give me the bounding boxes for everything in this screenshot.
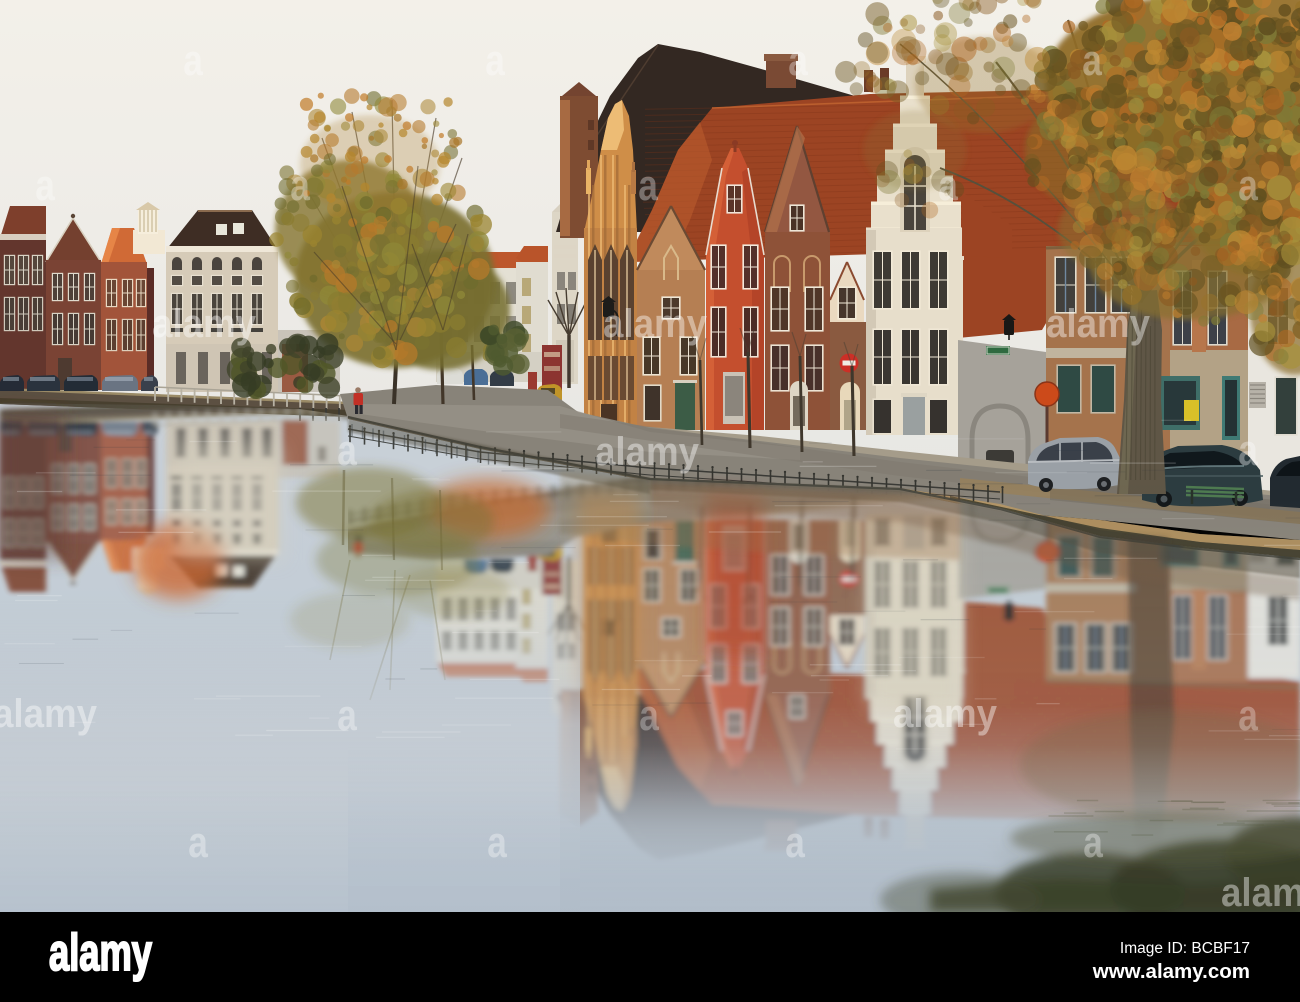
svg-text:a: a <box>1083 818 1103 867</box>
svg-text:a: a <box>1238 161 1258 210</box>
svg-text:a: a <box>638 161 658 210</box>
svg-text:alamy: alamy <box>1046 302 1151 346</box>
svg-text:alamy: alamy <box>1221 871 1300 915</box>
svg-text:a: a <box>188 818 208 867</box>
svg-text:a: a <box>487 818 507 867</box>
svg-text:a: a <box>1238 691 1258 740</box>
svg-text:a: a <box>337 426 357 475</box>
svg-text:a: a <box>485 36 505 85</box>
svg-text:a: a <box>290 161 310 210</box>
svg-text:Image ID: BCBF17: Image ID: BCBF17 <box>1120 940 1250 957</box>
svg-text:a: a <box>785 818 805 867</box>
svg-text:a: a <box>35 161 55 210</box>
svg-text:a: a <box>938 161 958 210</box>
svg-text:a: a <box>1238 426 1258 475</box>
svg-text:alamy: alamy <box>49 924 152 982</box>
svg-text:www.alamy.com: www.alamy.com <box>1092 960 1250 983</box>
svg-text:alamy: alamy <box>603 302 708 346</box>
svg-text:a: a <box>788 36 808 85</box>
svg-text:a: a <box>337 691 357 740</box>
svg-text:a: a <box>1082 36 1102 85</box>
svg-text:a: a <box>183 36 203 85</box>
svg-text:alamy: alamy <box>893 692 998 736</box>
svg-text:alamy: alamy <box>595 430 700 474</box>
svg-text:a: a <box>639 691 659 740</box>
svg-text:alamy: alamy <box>0 692 98 736</box>
svg-text:alamy: alamy <box>152 302 257 346</box>
